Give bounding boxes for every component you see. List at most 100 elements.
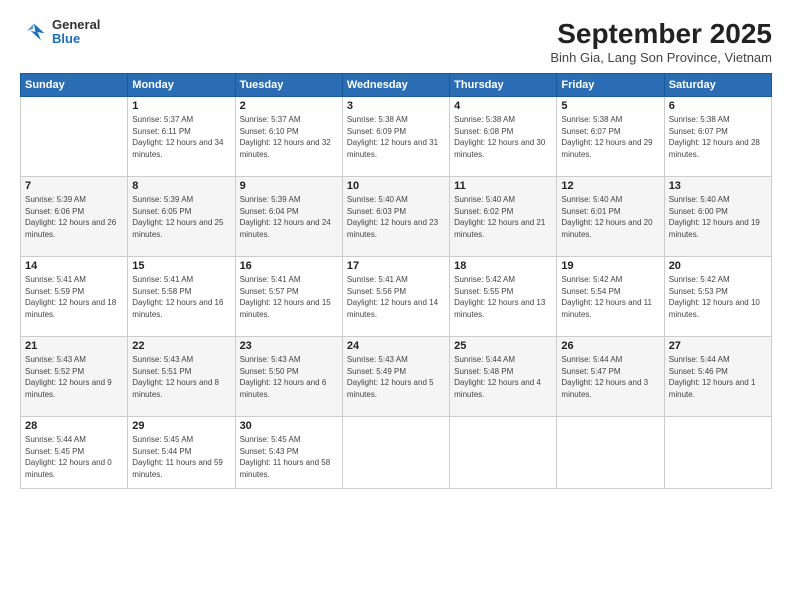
daylight-text: Daylight: 12 hours and 6 minutes. bbox=[240, 377, 338, 400]
table-row: 1 Sunrise: 5:37 AMSunset: 6:11 PMDaylight… bbox=[128, 97, 235, 177]
day-info: Sunrise: 5:44 AMSunset: 5:45 PMDaylight:… bbox=[25, 434, 123, 480]
day-number: 30 bbox=[240, 420, 338, 432]
sunrise-text: Sunrise: 5:42 AM bbox=[561, 274, 659, 286]
table-row: 27 Sunrise: 5:44 AMSunset: 5:46 PMDayligh… bbox=[664, 337, 771, 417]
daylight-text: Daylight: 12 hours and 1 minute. bbox=[669, 377, 767, 400]
sunset-text: Sunset: 6:03 PM bbox=[347, 206, 445, 218]
header: General Blue September 2025 Binh Gia, La… bbox=[20, 18, 772, 65]
daylight-text: Daylight: 12 hours and 5 minutes. bbox=[347, 377, 445, 400]
day-number: 12 bbox=[561, 180, 659, 192]
daylight-text: Daylight: 12 hours and 29 minutes. bbox=[561, 137, 659, 160]
table-row: 30 Sunrise: 5:45 AMSunset: 5:43 PMDayligh… bbox=[235, 417, 342, 489]
title-block: September 2025 Binh Gia, Lang Son Provin… bbox=[550, 18, 772, 65]
table-row: 12Sunrise: 5:40 AMSunset: 6:01 PMDayligh… bbox=[557, 177, 664, 257]
day-number: 15 bbox=[132, 260, 230, 272]
sunrise-text: Sunrise: 5:45 AM bbox=[132, 434, 230, 446]
day-number: 27 bbox=[669, 340, 767, 352]
table-row: 7Sunrise: 5:39 AMSunset: 6:06 PMDaylight… bbox=[21, 177, 128, 257]
daylight-text: Daylight: 12 hours and 16 minutes. bbox=[132, 297, 230, 320]
day-number: 17 bbox=[347, 260, 445, 272]
daylight-text: Daylight: 12 hours and 9 minutes. bbox=[25, 377, 123, 400]
daylight-text: Daylight: 12 hours and 34 minutes. bbox=[132, 137, 230, 160]
day-info: Sunrise: 5:45 AMSunset: 5:43 PMDaylight:… bbox=[240, 434, 338, 480]
daylight-text: Daylight: 12 hours and 25 minutes. bbox=[132, 217, 230, 240]
sunset-text: Sunset: 6:07 PM bbox=[669, 126, 767, 138]
daylight-text: Daylight: 11 hours and 58 minutes. bbox=[240, 457, 338, 480]
day-number: 21 bbox=[25, 340, 123, 352]
sunrise-text: Sunrise: 5:45 AM bbox=[240, 434, 338, 446]
sunrise-text: Sunrise: 5:44 AM bbox=[669, 354, 767, 366]
day-number: 24 bbox=[347, 340, 445, 352]
calendar-page: General Blue September 2025 Binh Gia, La… bbox=[0, 0, 792, 612]
day-info: Sunrise: 5:37 AMSunset: 6:11 PMDaylight:… bbox=[132, 114, 230, 160]
day-info: Sunrise: 5:42 AMSunset: 5:55 PMDaylight:… bbox=[454, 274, 552, 320]
sunset-text: Sunset: 6:05 PM bbox=[132, 206, 230, 218]
daylight-text: Daylight: 12 hours and 13 minutes. bbox=[454, 297, 552, 320]
col-sunday: Sunday bbox=[21, 74, 128, 97]
col-friday: Friday bbox=[557, 74, 664, 97]
table-row: 24Sunrise: 5:43 AMSunset: 5:49 PMDayligh… bbox=[342, 337, 449, 417]
day-info: Sunrise: 5:43 AMSunset: 5:51 PMDaylight:… bbox=[132, 354, 230, 400]
table-row: 6Sunrise: 5:38 AMSunset: 6:07 PMDaylight… bbox=[664, 97, 771, 177]
sunset-text: Sunset: 6:01 PM bbox=[561, 206, 659, 218]
day-number: 1 bbox=[132, 100, 230, 112]
logo-text: General Blue bbox=[52, 18, 100, 47]
daylight-text: Daylight: 11 hours and 59 minutes. bbox=[132, 457, 230, 480]
day-info: Sunrise: 5:42 AMSunset: 5:53 PMDaylight:… bbox=[669, 274, 767, 320]
day-info: Sunrise: 5:38 AMSunset: 6:08 PMDaylight:… bbox=[454, 114, 552, 160]
col-tuesday: Tuesday bbox=[235, 74, 342, 97]
sunset-text: Sunset: 5:58 PM bbox=[132, 286, 230, 298]
daylight-text: Daylight: 12 hours and 3 minutes. bbox=[561, 377, 659, 400]
table-row: 4 Sunrise: 5:38 AMSunset: 6:08 PMDaylight… bbox=[450, 97, 557, 177]
day-number: 19 bbox=[561, 260, 659, 272]
sunrise-text: Sunrise: 5:38 AM bbox=[561, 114, 659, 126]
day-info: Sunrise: 5:45 AMSunset: 5:44 PMDaylight:… bbox=[132, 434, 230, 480]
sunset-text: Sunset: 5:55 PM bbox=[454, 286, 552, 298]
table-row: 18Sunrise: 5:42 AMSunset: 5:55 PMDayligh… bbox=[450, 257, 557, 337]
sunset-text: Sunset: 6:00 PM bbox=[669, 206, 767, 218]
sunset-text: Sunset: 5:44 PM bbox=[132, 446, 230, 458]
day-info: Sunrise: 5:41 AMSunset: 5:57 PMDaylight:… bbox=[240, 274, 338, 320]
day-number: 10 bbox=[347, 180, 445, 192]
sunset-text: Sunset: 6:08 PM bbox=[454, 126, 552, 138]
day-info: Sunrise: 5:38 AMSunset: 6:07 PMDaylight:… bbox=[561, 114, 659, 160]
col-wednesday: Wednesday bbox=[342, 74, 449, 97]
sunrise-text: Sunrise: 5:41 AM bbox=[347, 274, 445, 286]
col-thursday: Thursday bbox=[450, 74, 557, 97]
sunrise-text: Sunrise: 5:44 AM bbox=[561, 354, 659, 366]
day-number: 16 bbox=[240, 260, 338, 272]
day-number: 9 bbox=[240, 180, 338, 192]
sunset-text: Sunset: 6:02 PM bbox=[454, 206, 552, 218]
sunset-text: Sunset: 5:51 PM bbox=[132, 366, 230, 378]
daylight-text: Daylight: 12 hours and 14 minutes. bbox=[347, 297, 445, 320]
daylight-text: Daylight: 12 hours and 18 minutes. bbox=[25, 297, 123, 320]
sunrise-text: Sunrise: 5:44 AM bbox=[25, 434, 123, 446]
table-row: 9Sunrise: 5:39 AMSunset: 6:04 PMDaylight… bbox=[235, 177, 342, 257]
table-row: 23Sunrise: 5:43 AMSunset: 5:50 PMDayligh… bbox=[235, 337, 342, 417]
daylight-text: Daylight: 12 hours and 21 minutes. bbox=[454, 217, 552, 240]
logo-general: General bbox=[52, 18, 100, 32]
table-row: 19Sunrise: 5:42 AMSunset: 5:54 PMDayligh… bbox=[557, 257, 664, 337]
daylight-text: Daylight: 12 hours and 0 minutes. bbox=[25, 457, 123, 480]
day-number: 14 bbox=[25, 260, 123, 272]
sunrise-text: Sunrise: 5:40 AM bbox=[347, 194, 445, 206]
sunset-text: Sunset: 5:50 PM bbox=[240, 366, 338, 378]
sunrise-text: Sunrise: 5:41 AM bbox=[25, 274, 123, 286]
day-info: Sunrise: 5:44 AMSunset: 5:46 PMDaylight:… bbox=[669, 354, 767, 400]
daylight-text: Daylight: 12 hours and 4 minutes. bbox=[454, 377, 552, 400]
daylight-text: Daylight: 12 hours and 10 minutes. bbox=[669, 297, 767, 320]
daylight-text: Daylight: 12 hours and 23 minutes. bbox=[347, 217, 445, 240]
day-number: 25 bbox=[454, 340, 552, 352]
table-row bbox=[664, 417, 771, 489]
sunrise-text: Sunrise: 5:39 AM bbox=[25, 194, 123, 206]
day-number: 6 bbox=[669, 100, 767, 112]
sunset-text: Sunset: 5:59 PM bbox=[25, 286, 123, 298]
daylight-text: Daylight: 12 hours and 31 minutes. bbox=[347, 137, 445, 160]
sunset-text: Sunset: 5:57 PM bbox=[240, 286, 338, 298]
day-info: Sunrise: 5:39 AMSunset: 6:05 PMDaylight:… bbox=[132, 194, 230, 240]
sunset-text: Sunset: 6:06 PM bbox=[25, 206, 123, 218]
day-number: 23 bbox=[240, 340, 338, 352]
day-number: 4 bbox=[454, 100, 552, 112]
table-row: 3Sunrise: 5:38 AMSunset: 6:09 PMDaylight… bbox=[342, 97, 449, 177]
table-row: 15Sunrise: 5:41 AMSunset: 5:58 PMDayligh… bbox=[128, 257, 235, 337]
